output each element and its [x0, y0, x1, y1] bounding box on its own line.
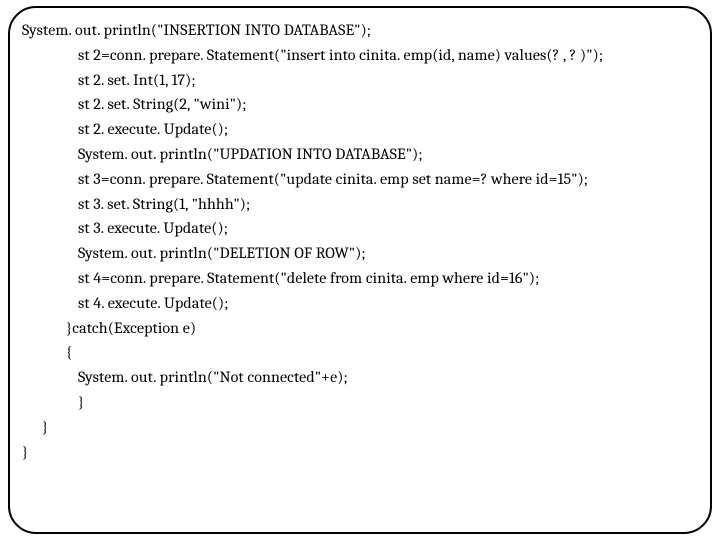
- code-line: System. out. println("UPDATION INTO DATA…: [78, 142, 696, 167]
- code-line: st 2. set. Int(1, 17);: [78, 68, 696, 93]
- code-line: st 3=conn. prepare. Statement("update ci…: [78, 167, 696, 192]
- code-line: st 3. execute. Update();: [78, 216, 696, 241]
- code-line: System. out. println("DELETION OF ROW");: [78, 241, 696, 266]
- code-line: st 2=conn. prepare. Statement("insert in…: [78, 43, 696, 68]
- code-frame: System. out. println("INSERTION INTO DAT…: [8, 6, 712, 534]
- code-line: st 4. execute. Update();: [78, 291, 696, 316]
- code-line: st 2. set. String(2, "wini");: [78, 92, 696, 117]
- code-line: System. out. println("INSERTION INTO DAT…: [22, 18, 696, 43]
- code-line: }catch(Exception e): [66, 316, 696, 341]
- code-line: {: [66, 340, 696, 365]
- code-line: st 4=conn. prepare. Statement("delete fr…: [78, 266, 696, 291]
- code-block: System. out. println("INSERTION INTO DAT…: [22, 18, 696, 464]
- code-line: System. out. println("Not connected"+e);: [78, 365, 696, 390]
- code-line: }: [78, 390, 696, 415]
- code-line: st 2. execute. Update();: [78, 117, 696, 142]
- code-line: st 3. set. String(1, "hhhh");: [78, 192, 696, 217]
- code-line: }: [22, 440, 696, 465]
- code-line: }: [42, 415, 696, 440]
